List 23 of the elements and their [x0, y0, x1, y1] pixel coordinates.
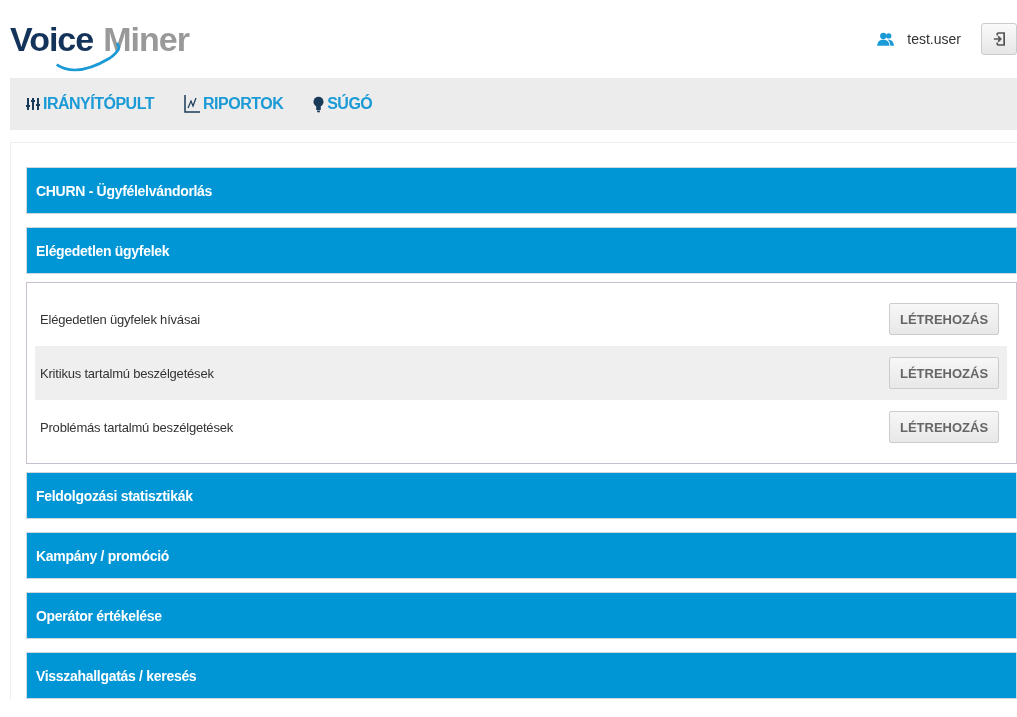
nav-link[interactable]: RIPORTOK	[184, 95, 284, 113]
nav-link[interactable]: IRÁNYÍTÓPULT	[26, 95, 155, 113]
user-name[interactable]: test.user	[907, 31, 961, 47]
nav-link[interactable]: SÚGÓ	[313, 95, 373, 113]
create-button[interactable]: LÉTREHOZÁS	[889, 411, 999, 443]
section-header[interactable]: Kampány / promóció	[26, 532, 1017, 579]
section-header[interactable]: Elégedetlen ügyfelek	[26, 227, 1017, 274]
door-arrow-icon	[993, 32, 1005, 46]
section-header[interactable]: Operátor értékelése	[26, 592, 1017, 639]
logout-button[interactable]	[981, 23, 1017, 55]
report-name: Problémás tartalmú beszélgetések	[40, 419, 234, 435]
section-header[interactable]: CHURN - Ügyfélelvándorlás	[26, 167, 1017, 214]
logo: Voice Miner	[10, 19, 189, 59]
report-name: Elégedetlen ügyfelek hívásai	[40, 311, 200, 327]
create-button[interactable]: LÉTREHOZÁS	[889, 357, 999, 389]
create-button[interactable]: LÉTREHOZÁS	[889, 303, 999, 335]
section-header[interactable]: Visszahallgatás / keresés	[26, 652, 1017, 699]
lightbulb-icon	[313, 95, 325, 113]
sliders-icon	[26, 97, 40, 111]
report-name: Kritikus tartalmú beszélgetések	[40, 365, 214, 381]
line-chart-icon	[184, 95, 201, 113]
users-icon	[877, 31, 896, 47]
section-header[interactable]: Feldolgozási statisztikák	[26, 472, 1017, 519]
